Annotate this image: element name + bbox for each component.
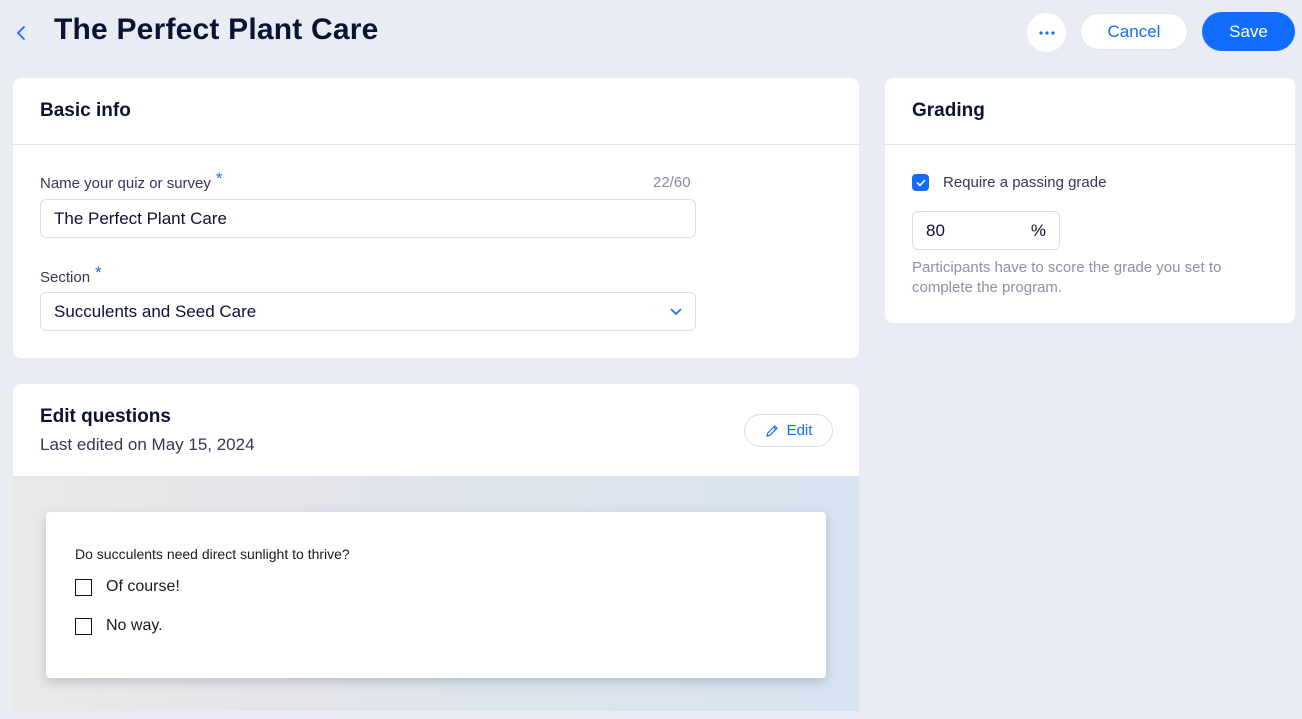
checkbox-empty-icon: [75, 578, 92, 596]
checkbox-checked-icon: [912, 174, 929, 191]
preview-question-text: Do succulents need direct sunlight to th…: [75, 546, 350, 562]
edit-questions-button[interactable]: Edit: [744, 414, 833, 447]
edit-questions-title: Edit questions: [40, 406, 171, 427]
character-counter: 22/60: [653, 174, 691, 191]
question-preview-area: Do succulents need direct sunlight to th…: [13, 477, 859, 711]
more-actions-button[interactable]: [1027, 13, 1066, 52]
grading-title: Grading: [885, 78, 1295, 145]
top-bar: The Perfect Plant Care Cancel Save: [0, 0, 1302, 64]
grading-card: Grading Require a passing grade 80 % Par…: [885, 78, 1295, 323]
page-title: The Perfect Plant Care: [54, 13, 379, 46]
back-button[interactable]: [10, 20, 32, 46]
quiz-name-value: The Perfect Plant Care: [54, 208, 227, 228]
chevron-down-icon: [670, 308, 682, 316]
basic-info-card: Basic info Name your quiz or survey * 22/…: [13, 78, 859, 358]
section-label: Section *: [40, 263, 102, 287]
edit-questions-header: Edit questions Last edited on May 15, 20…: [13, 384, 859, 477]
quiz-name-label-text: Name your quiz or survey: [40, 175, 211, 192]
passing-grade-input[interactable]: 80 %: [912, 211, 1060, 250]
ellipsis-icon: [1038, 30, 1055, 35]
quiz-name-label: Name your quiz or survey *: [40, 169, 223, 193]
require-passing-grade-label: Require a passing grade: [943, 174, 1107, 191]
section-select[interactable]: Succulents and Seed Care: [40, 292, 696, 331]
quiz-name-input[interactable]: The Perfect Plant Care: [40, 199, 696, 238]
preview-option-label: No way.: [106, 617, 163, 634]
preview-option[interactable]: Of course!: [75, 578, 180, 596]
checkbox-empty-icon: [75, 617, 92, 635]
grading-help-text: Participants have to score the grade you…: [912, 259, 1222, 296]
pencil-icon: [765, 424, 778, 437]
basic-info-title: Basic info: [13, 78, 859, 145]
edit-button-label: Edit: [786, 422, 813, 439]
section-label-text: Section: [40, 269, 91, 286]
section-selected-value: Succulents and Seed Care: [54, 301, 257, 321]
preview-option-label: Of course!: [106, 578, 180, 595]
save-button[interactable]: Save: [1202, 12, 1295, 51]
last-edited-text: Last edited on May 15, 2024: [40, 435, 255, 454]
question-preview-card: Do succulents need direct sunlight to th…: [46, 512, 826, 678]
required-star: *: [95, 263, 102, 282]
edit-questions-card: Edit questions Last edited on May 15, 20…: [13, 384, 859, 711]
cancel-button[interactable]: Cancel: [1080, 13, 1188, 50]
preview-option[interactable]: No way.: [75, 617, 163, 635]
required-star: *: [215, 169, 223, 188]
passing-grade-value: 80: [926, 220, 945, 240]
percent-suffix: %: [1030, 220, 1046, 240]
chevron-left-icon: [17, 26, 25, 40]
require-passing-grade-checkbox[interactable]: Require a passing grade: [912, 174, 1106, 191]
